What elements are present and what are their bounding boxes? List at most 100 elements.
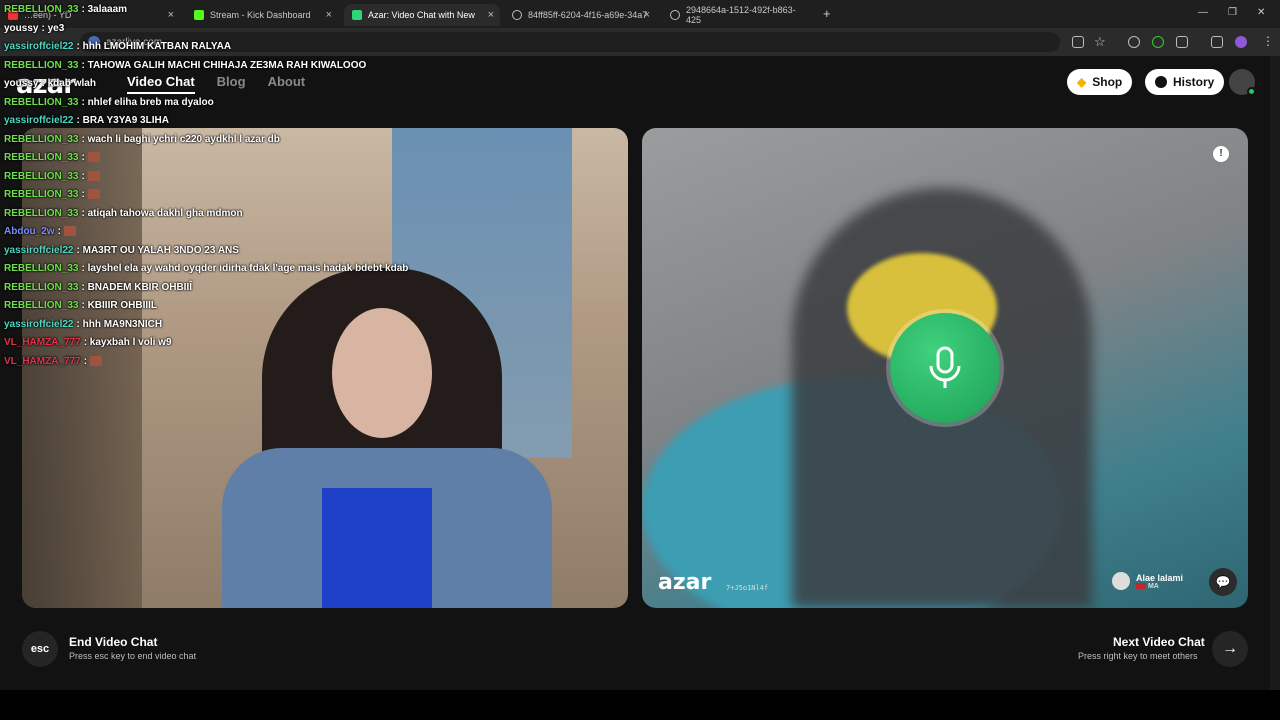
emote-icon [87, 189, 100, 200]
next-chat-title[interactable]: Next Video Chat [1113, 635, 1205, 649]
chat-username: Abdou_2w [4, 226, 55, 237]
chat-username: REBELLION_33 [4, 189, 79, 200]
peer-avatar [1112, 572, 1130, 590]
shop-button[interactable]: ◆ Shop [1067, 69, 1133, 95]
chat-username: REBELLION_33 [4, 300, 79, 311]
chat-message: VL_HAMZA_777: kayxbah l voli w9 [4, 337, 172, 348]
chat-message: REBELLION_33: BNADEM KBIR OHBIIÎ [4, 282, 192, 293]
bookmark-star-icon[interactable]: ☆ [1094, 34, 1106, 50]
tab-blob-2[interactable]: 2948664a-1512-492f-b863-425 [662, 4, 814, 26]
extension-icon[interactable] [1152, 36, 1164, 48]
azar-watermark: azar [658, 570, 712, 595]
chat-message: yassiroffciel22: BRA Y3YA9 3LIHA [4, 115, 169, 126]
chat-username: yassiroffciel22 [4, 41, 74, 52]
chat-message: REBELLION_33: [4, 189, 100, 200]
nav-video-chat[interactable]: Video Chat [127, 74, 195, 94]
gem-icon: ◆ [1077, 75, 1087, 89]
self-person [322, 488, 432, 608]
close-tab-icon[interactable]: × [326, 9, 332, 21]
chat-username: youssy [4, 78, 39, 89]
chat-text: : layshel ela ay wahd oyqder idirha fdak… [81, 263, 409, 274]
globe-icon [670, 10, 680, 20]
peer-country: MA [1136, 583, 1183, 590]
shop-label: Shop [1092, 75, 1123, 89]
morocco-flag-icon [1136, 582, 1146, 589]
close-window-icon[interactable]: ✕ [1257, 7, 1265, 18]
partner-video: ! azar 7+J5o1Nl4f Alae lalami MA 💬 [642, 128, 1248, 608]
chat-text: : MA3RT OU YALAH 3NDO 23 ANS [76, 244, 239, 256]
emote-icon [87, 170, 100, 181]
history-label: History [1173, 75, 1215, 89]
next-chat-button[interactable]: → [1212, 631, 1248, 667]
chat-text: : KBIIIR OHBIIIL [81, 300, 158, 311]
install-app-icon[interactable] [1072, 36, 1084, 48]
microphone-icon [929, 346, 961, 388]
menu-kebab-icon[interactable]: ⋮ [1262, 34, 1274, 48]
chat-username: REBELLION_33 [4, 152, 79, 163]
chat-username: REBELLION_33 [4, 59, 79, 71]
user-avatar[interactable] [1229, 69, 1256, 96]
chat-text: : kdab wlah [41, 78, 96, 89]
self-face [332, 308, 432, 438]
chat-username: yassiroffciel22 [4, 244, 74, 256]
chat-text: : 3alaaam [81, 4, 128, 15]
minimize-icon[interactable]: — [1198, 7, 1208, 18]
history-button[interactable]: History [1145, 69, 1225, 95]
chat-text: : [81, 189, 88, 200]
chat-username: REBELLION_33 [4, 133, 79, 145]
report-shield-icon[interactable]: ! [1213, 146, 1229, 162]
peer-name: Alae lalami [1136, 572, 1184, 583]
chat-username: VL_HAMZA_777 [4, 355, 81, 367]
chat-text: : hhh MA9N3NICH [76, 318, 163, 330]
chat-bubble-icon: 💬 [1215, 575, 1231, 589]
self-video [22, 128, 628, 608]
online-status-dot [1247, 87, 1256, 96]
clock-icon [1155, 76, 1167, 88]
peer-info[interactable]: Alae lalami MA [1112, 572, 1183, 590]
page-scrollbar[interactable] [1270, 56, 1280, 690]
shield-extension-icon[interactable] [1128, 36, 1140, 48]
close-tab-icon[interactable]: × [488, 9, 494, 21]
chat-text: : BRA Y3YA9 3LIHA [76, 115, 169, 126]
chat-message: REBELLION_33: nhlef eliha breb ma dyaloo [4, 97, 214, 108]
chat-message: REBELLION_33: atiqah tahowa dakhl gha md… [4, 208, 243, 219]
chat-username: REBELLION_33 [4, 207, 79, 219]
chat-message: yassiroffciel22: hhh LMOHIM KATBAN RALYA… [4, 41, 231, 52]
watermark-id: 7+J5o1Nl4f [726, 584, 769, 592]
chat-message: REBELLION_33: KBIIIR OHBIIIL [4, 300, 157, 311]
close-tab-icon[interactable]: × [644, 9, 650, 21]
nav-blog[interactable]: Blog [217, 74, 246, 94]
chat-message: REBELLION_33: layshel ela ay wahd oyqder… [4, 263, 408, 274]
chat-message: REBELLION_33: wach li baghi ychri c220 a… [4, 134, 280, 145]
chat-message: REBELLION_33: [4, 152, 100, 163]
profile-icon[interactable] [1235, 36, 1247, 48]
video-background [22, 128, 142, 608]
tab-label: 2948664a-1512-492f-b863-425 [686, 5, 796, 25]
kick-favicon-icon [194, 10, 204, 20]
end-chat-subtitle: Press esc key to end video chat [69, 651, 197, 661]
chat-username: REBELLION_33 [4, 96, 79, 108]
tab-azar[interactable]: Azar: Video Chat with New × [344, 4, 500, 26]
chat-username: VL_HAMZA_777 [4, 337, 81, 348]
chat-message: yassiroffciel22: hhh MA9N3NICH [4, 319, 162, 330]
chat-text: : [81, 152, 88, 163]
chat-text: : nhlef eliha breb ma dyaloo [81, 96, 214, 108]
close-tab-icon[interactable]: × [168, 9, 174, 21]
extensions-puzzle-icon[interactable] [1176, 36, 1188, 48]
chat-text: : kayxbah l voli w9 [83, 337, 172, 348]
tab-blob-1[interactable]: 84ff85ff-6204-4f16-a69e-34a7 × [504, 4, 656, 26]
media-controls-icon[interactable] [1211, 36, 1223, 48]
end-chat-title[interactable]: End Video Chat [69, 635, 157, 649]
bottom-strip [0, 690, 1280, 720]
chat-text: : hhh LMOHIM KATBAN RALYAA [76, 41, 232, 52]
chat-username: youssy [4, 22, 39, 34]
azar-favicon-icon [352, 10, 362, 20]
chat-button[interactable]: 💬 [1209, 568, 1237, 596]
tab-kick-dashboard[interactable]: Stream - Kick Dashboard × [186, 4, 338, 26]
restore-icon[interactable]: ❐ [1228, 7, 1237, 18]
nav-about[interactable]: About [268, 74, 306, 94]
new-tab-icon[interactable]: + [823, 6, 831, 21]
end-chat-esc-button[interactable]: esc [22, 631, 58, 667]
globe-icon [512, 10, 522, 20]
microphone-button[interactable] [890, 313, 1000, 423]
